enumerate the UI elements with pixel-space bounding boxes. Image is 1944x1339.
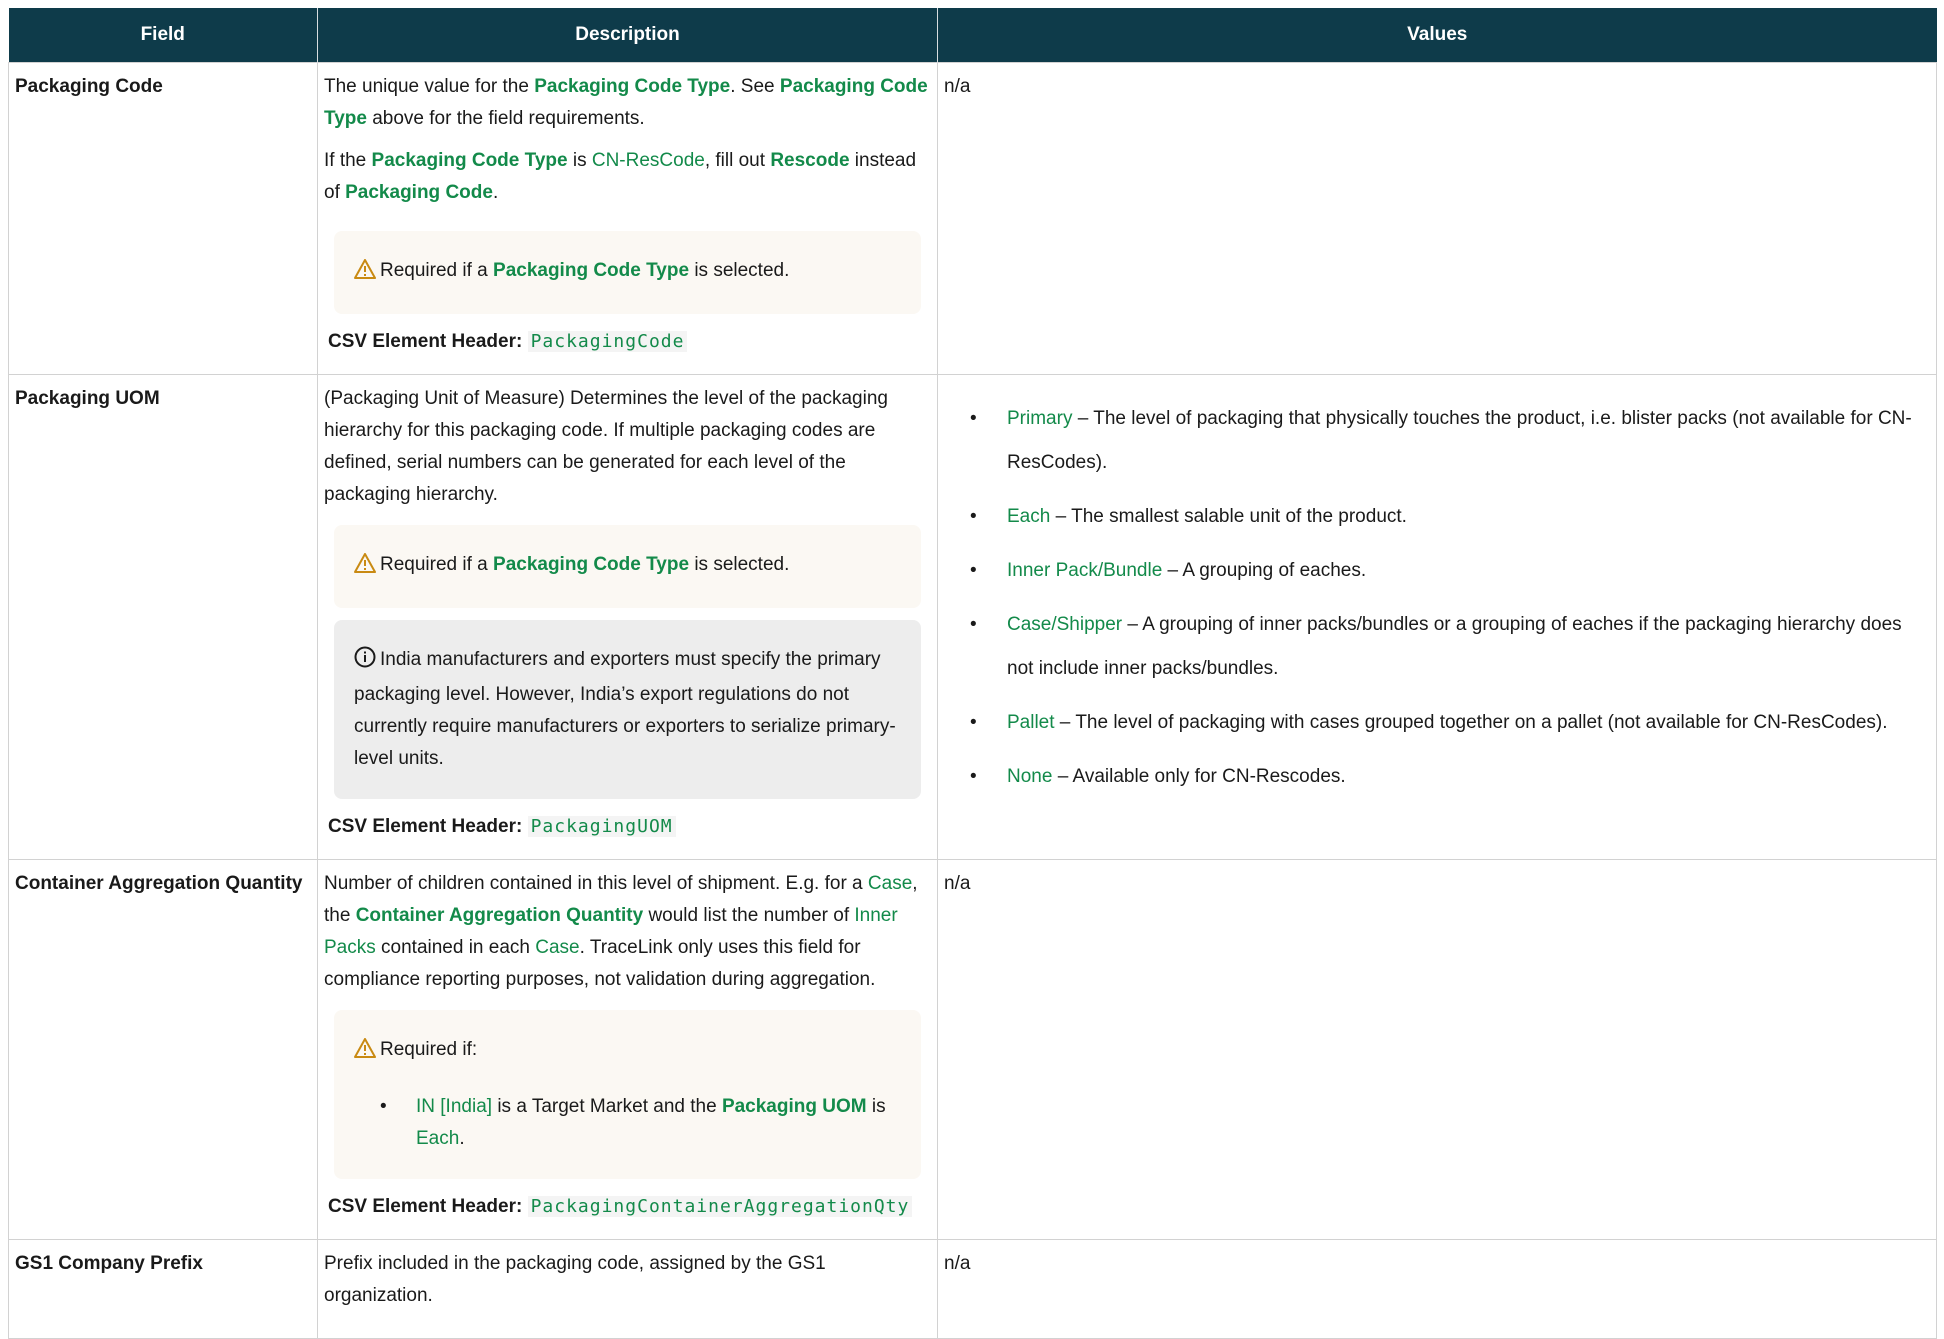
info-circle-icon	[354, 646, 376, 679]
list-item: IN [India] is a Target Market and the Pa…	[354, 1091, 901, 1155]
info-text: India manufacturers and exporters must s…	[354, 649, 896, 769]
warning-callout: Required if a Packaging Code Type is sel…	[334, 525, 921, 608]
text: Required if a	[380, 554, 494, 575]
text: .	[459, 1128, 465, 1149]
field-name: Container Aggregation Quantity	[8, 859, 318, 1240]
value-text: – The level of packaging that physically…	[1007, 408, 1912, 473]
value-link[interactable]: Inner Pack/Bundle	[1007, 560, 1162, 581]
value-link[interactable]: Primary	[1007, 408, 1072, 429]
values-cell: n/a	[937, 859, 1937, 1240]
values-cell: n/a	[937, 1239, 1937, 1339]
table-row: Container Aggregation Quantity Number of…	[8, 859, 1937, 1240]
value-link[interactable]: Pallet	[1007, 712, 1055, 733]
text: . See	[730, 76, 780, 97]
glossary-link[interactable]: Case	[868, 873, 912, 894]
description-text: The unique value for the Packaging Code …	[324, 71, 931, 135]
text: The unique value for the	[324, 76, 535, 97]
csv-header: CSV Element Header: PackagingContainerAg…	[328, 1191, 931, 1223]
description-cell: Number of children contained in this lev…	[317, 859, 938, 1240]
csv-label: CSV Element Header:	[328, 816, 523, 837]
field-link[interactable]: Packaging Code	[345, 182, 493, 203]
value-text: – Available only for CN-Rescodes.	[1052, 766, 1346, 787]
glossary-link[interactable]: CN-ResCode	[592, 150, 705, 171]
values-list: Primary – The level of packaging that ph…	[944, 397, 1930, 799]
text: is selected.	[689, 260, 790, 281]
value-text: – A grouping of eaches.	[1162, 560, 1367, 581]
csv-label: CSV Element Header:	[328, 1196, 523, 1217]
list-item: Inner Pack/Bundle – A grouping of eaches…	[944, 549, 1930, 593]
csv-code: PackagingContainerAggregationQty	[527, 1196, 913, 1217]
warning-title: Required if:	[354, 1034, 901, 1069]
list-item: None – Available only for CN-Rescodes.	[944, 755, 1930, 799]
value-text: – The level of packaging with cases grou…	[1054, 712, 1888, 733]
value-link[interactable]: Case/Shipper	[1007, 614, 1122, 635]
header-values: Values	[937, 8, 1937, 63]
list-item: Each – The smallest salable unit of the …	[944, 495, 1930, 539]
field-name: GS1 Company Prefix	[8, 1239, 318, 1339]
text: is selected.	[689, 554, 790, 575]
requirements-list: IN [India] is a Target Market and the Pa…	[354, 1091, 901, 1155]
values-cell: Primary – The level of packaging that ph…	[937, 374, 1937, 860]
list-item: Case/Shipper – A grouping of inner packs…	[944, 603, 1930, 691]
field-link[interactable]: Rescode	[770, 150, 849, 171]
description-cell: (Packaging Unit of Measure) Determines t…	[317, 374, 938, 860]
field-link[interactable]: Container Aggregation Quantity	[356, 905, 643, 926]
csv-code: PackagingCode	[527, 331, 688, 352]
list-item: Primary – The level of packaging that ph…	[944, 397, 1930, 485]
glossary-link[interactable]: Case	[535, 937, 579, 958]
fields-table: Field Description Values Packaging Code …	[8, 8, 1937, 1339]
field-link[interactable]: Packaging UOM	[722, 1096, 867, 1117]
description-text: If the Packaging Code Type is CN-ResCode…	[324, 145, 931, 209]
field-name: Packaging UOM	[8, 374, 318, 860]
warning-callout: Required if a Packaging Code Type is sel…	[334, 231, 921, 314]
table-header-row: Field Description Values	[8, 8, 1937, 63]
csv-header: CSV Element Header: PackagingCode	[328, 326, 931, 358]
warning-callout: Required if: IN [India] is a Target Mark…	[334, 1010, 921, 1179]
value-text: – The smallest salable unit of the produ…	[1050, 506, 1407, 527]
value-text: – A grouping of inner packs/bundles or a…	[1007, 614, 1902, 679]
fields-table-container: Field Description Values Packaging Code …	[8, 8, 1937, 1339]
description-text: (Packaging Unit of Measure) Determines t…	[324, 388, 888, 505]
table-row: Packaging UOM (Packaging Unit of Measure…	[8, 374, 1937, 860]
value-link[interactable]: None	[1007, 766, 1052, 787]
glossary-link[interactable]: Each	[416, 1128, 459, 1149]
text: is a Target Market and the	[492, 1096, 722, 1117]
text: Required if a	[380, 260, 494, 281]
field-link[interactable]: Packaging Code Type	[493, 554, 689, 575]
field-link[interactable]: Packaging Code Type	[534, 76, 730, 97]
values-cell: n/a	[937, 62, 1937, 375]
field-link[interactable]: Packaging Code Type	[372, 150, 568, 171]
description-text: Number of children contained in this lev…	[324, 868, 931, 996]
list-item: Pallet – The level of packaging with cas…	[944, 701, 1930, 745]
value-link[interactable]: Each	[1007, 506, 1050, 527]
text: , fill out	[704, 150, 771, 171]
glossary-link[interactable]: IN [India]	[416, 1096, 492, 1117]
description-cell: Prefix included in the packaging code, a…	[317, 1239, 938, 1339]
warning-triangle-icon	[354, 258, 376, 290]
text: contained in each	[375, 937, 536, 958]
csv-code: PackagingUOM	[527, 816, 676, 837]
text: is	[567, 150, 592, 171]
text: Number of children contained in this lev…	[324, 873, 868, 894]
header-description: Description	[317, 8, 938, 63]
csv-header: CSV Element Header: PackagingUOM	[328, 811, 931, 843]
text: Required if:	[380, 1039, 478, 1060]
table-row: Packaging Code The unique value for the …	[8, 62, 1937, 375]
table-row: GS1 Company Prefix Prefix included in th…	[8, 1239, 1937, 1339]
info-callout: India manufacturers and exporters must s…	[334, 620, 921, 799]
header-field: Field	[8, 8, 318, 63]
field-link[interactable]: Packaging Code Type	[493, 260, 689, 281]
text: is	[866, 1096, 886, 1117]
description-text: Prefix included in the packaging code, a…	[324, 1253, 826, 1306]
text: .	[492, 182, 499, 203]
text: above for the field requirements.	[366, 108, 645, 129]
description-cell: The unique value for the Packaging Code …	[317, 62, 938, 375]
warning-triangle-icon	[354, 1037, 376, 1069]
csv-label: CSV Element Header:	[328, 331, 523, 352]
text: If the	[324, 150, 372, 171]
warning-triangle-icon	[354, 552, 376, 584]
text: would list the number of	[643, 905, 855, 926]
field-name: Packaging Code	[8, 62, 318, 375]
